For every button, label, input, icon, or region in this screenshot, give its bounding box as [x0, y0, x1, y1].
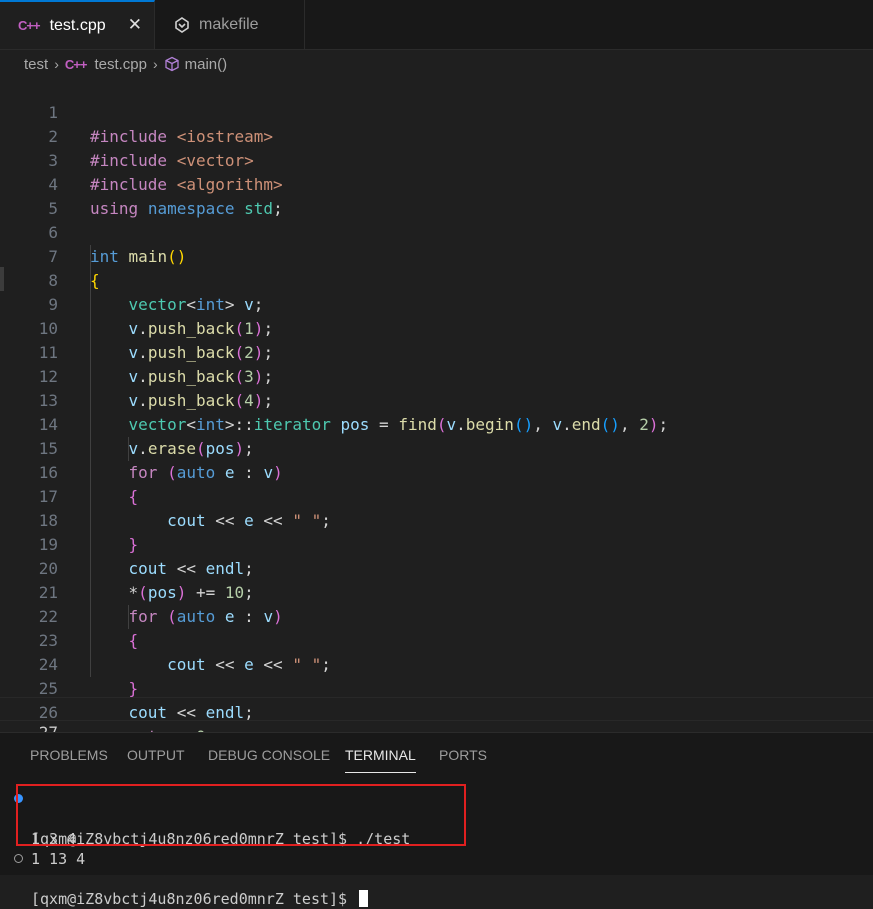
code-line: 3 #include <algorithm> — [0, 125, 873, 194]
tab-terminal[interactable]: TERMINAL — [345, 747, 416, 773]
code-editor[interactable]: 1 #include <iostream> 2 #include <vector… — [0, 77, 873, 766]
cpp-file-icon: C++ — [18, 18, 41, 33]
close-icon[interactable]: ✕ — [128, 15, 142, 35]
code-line: 18 } — [0, 485, 873, 554]
code-line: 25 cout << endl; — [0, 653, 873, 722]
tab-output[interactable]: OUTPUT — [127, 747, 185, 763]
breadcrumb-file[interactable]: test.cpp — [94, 56, 147, 73]
breadcrumb-folder[interactable]: test — [24, 56, 48, 73]
code-line: 17 cout << e << " "; — [0, 461, 873, 530]
code-line: 24 } — [0, 629, 873, 698]
code-line: 11 v.push_back(3); — [0, 317, 873, 386]
terminal-cursor — [359, 890, 369, 907]
code-line: 4 using namespace std; — [0, 149, 873, 218]
cpp-file-icon: C++ — [64, 56, 88, 72]
code-line: 10 v.push_back(2); — [0, 293, 873, 362]
code-line: 20 *(pos) += 10; — [0, 533, 873, 602]
code-line: 13 vector<int>::iterator pos = find(v.be… — [0, 365, 873, 434]
tab-test-cpp[interactable]: C++ test.cpp ✕ — [0, 0, 155, 49]
editor-tab-bar: C++ test.cpp ✕ makefile — [0, 0, 873, 50]
tab-problems[interactable]: PROBLEMS — [30, 747, 108, 763]
code-line: 15 for (auto e : v) — [0, 413, 873, 482]
tab-label: test.cpp — [49, 16, 106, 34]
code-line: 21 for (auto e : v) — [0, 557, 873, 626]
method-cube-icon — [164, 56, 179, 72]
code-line: 19 cout << endl; — [0, 509, 873, 578]
code-line: 14 v.erase(pos); — [0, 389, 873, 458]
code-line: 22 { — [0, 581, 873, 650]
code-line: 1 #include <iostream> — [0, 77, 873, 146]
code-line: 12 v.push_back(4); — [0, 341, 873, 410]
breadcrumb: test › C++ test.cpp › main() — [24, 52, 227, 76]
command-status-empty-dot-icon — [14, 854, 23, 863]
chevron-right-icon: › — [54, 56, 59, 72]
code-line: 2 #include <vector> — [0, 101, 873, 170]
makefile-icon — [175, 16, 189, 33]
code-line: 6 int main() — [0, 197, 873, 266]
tab-makefile[interactable]: makefile — [155, 0, 305, 49]
tab-label: makefile — [199, 15, 259, 33]
code-line: 7 { — [0, 221, 873, 290]
code-line: 23 cout << e << " "; — [0, 605, 873, 674]
tab-ports[interactable]: PORTS — [439, 747, 487, 763]
red-highlight-box — [16, 784, 466, 846]
code-line: 5 — [0, 173, 873, 218]
code-line: 27 } — [0, 697, 873, 766]
terminal-text: [qxm@iZ8vbctj4u8nz06red0mnrZ test]$ — [31, 890, 357, 908]
code-line: 8 vector<int> v; — [0, 245, 873, 314]
code-line: 16 { — [0, 437, 873, 506]
terminal-prompt-line[interactable]: [qxm@iZ8vbctj4u8nz06red0mnrZ test]$ — [0, 849, 873, 908]
code-line: 9 v.push_back(1); — [0, 269, 873, 338]
chevron-right-icon: › — [152, 56, 158, 72]
breadcrumb-symbol[interactable]: main() — [185, 56, 228, 73]
tab-debug-console[interactable]: DEBUG CONSOLE — [208, 747, 330, 763]
